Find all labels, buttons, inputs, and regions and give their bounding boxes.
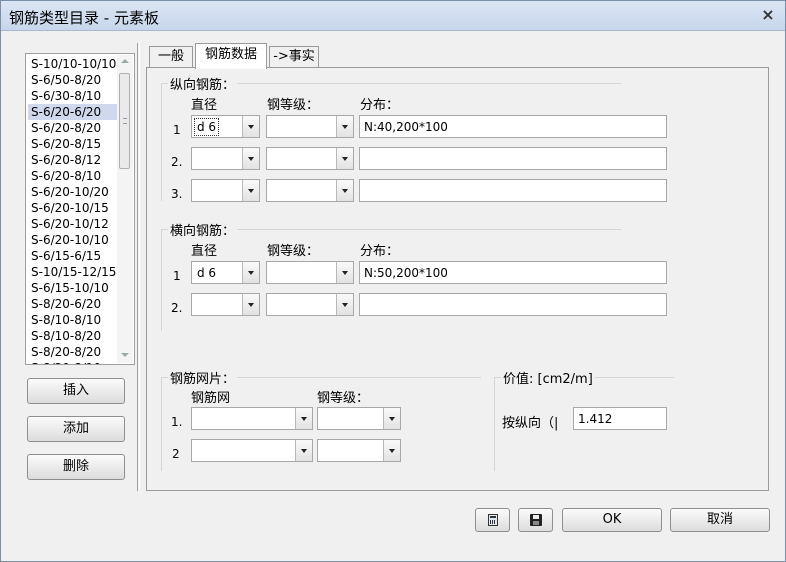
chevron-down-icon[interactable] [336, 262, 353, 283]
chevron-down-icon[interactable] [295, 440, 312, 461]
mesh-group-title: 钢筋网片： [168, 368, 238, 387]
longitudinal-distribution-field-3[interactable] [359, 179, 667, 202]
longitudinal-diameter-select-2[interactable] [191, 147, 260, 170]
value-group-title: 价值: [cm2/m] [501, 368, 595, 387]
tab-facts[interactable]: ->事实 [269, 46, 319, 68]
chevron-down-icon[interactable] [383, 408, 400, 429]
transverse-row-number: 2. [171, 301, 183, 315]
title-bar: 钢筋类型目录 - 元素板 × [1, 1, 785, 31]
list-item[interactable]: S-10/10-10/10 [28, 56, 118, 72]
chevron-down-icon[interactable] [242, 180, 259, 201]
mesh-select-2[interactable] [191, 439, 313, 462]
chevron-down-icon[interactable] [242, 262, 259, 283]
list-item[interactable]: S-8/10-8/20 [28, 328, 118, 344]
ok-button[interactable]: OK [562, 508, 662, 532]
longitudinal-distribution-field-1[interactable]: N:40,200*100 [359, 115, 667, 138]
chevron-down-icon[interactable] [383, 440, 400, 461]
transverse-distribution-field-2[interactable] [359, 293, 667, 316]
transverse-row-number: 1 [173, 269, 181, 283]
chevron-down-icon[interactable] [242, 294, 259, 315]
list-item[interactable]: S-8/20-6/20 [28, 296, 118, 312]
transverse-diameter-label: 直径 [191, 244, 218, 259]
longitudinal-diameter-select-3[interactable] [191, 179, 260, 202]
list-items: S-10/10-10/10 S-6/50-8/20 S-6/30-8/10 S-6/2… [28, 56, 118, 364]
list-item[interactable]: S-6/15-6/15 [28, 248, 118, 264]
rebar-type-list[interactable]: S-10/10-10/10 S-6/50-8/20 S-6/30-8/10 S-6/2… [25, 53, 135, 365]
chevron-down-icon[interactable] [336, 116, 353, 137]
list-item[interactable]: S-8/20-8/20 [28, 344, 118, 360]
mesh-label: 钢筋网 [191, 391, 231, 406]
save-button[interactable] [518, 508, 553, 532]
list-item[interactable]: S-6/20-10/10 [28, 232, 118, 248]
window-title: 钢筋类型目录 - 元素板 [9, 9, 159, 27]
mesh-row-number: 2 [172, 447, 180, 461]
longitudinal-row-number: 3. [171, 187, 183, 201]
mesh-row-number: 1. [171, 415, 183, 429]
chevron-down-icon[interactable] [242, 116, 259, 137]
close-icon[interactable]: × [759, 6, 777, 24]
list-item[interactable]: S-6/20-6/20 [28, 104, 118, 120]
mesh-grade-label: 钢等级： [317, 391, 370, 406]
transverse-distribution-field-1[interactable]: N:50,200*100 [359, 261, 667, 284]
transverse-distribution-label: 分布： [360, 244, 400, 259]
list-item[interactable]: S-6/20-8/20 [28, 120, 118, 136]
value-label: 按纵向（| [502, 416, 559, 431]
chevron-down-icon[interactable] [295, 408, 312, 429]
calculator-button[interactable] [475, 508, 510, 532]
chevron-down-icon[interactable] [242, 148, 259, 169]
longitudinal-grade-label: 钢等级： [267, 98, 320, 113]
mesh-grade-select-2[interactable] [317, 439, 401, 462]
chevron-down-icon[interactable] [336, 294, 353, 315]
longitudinal-group-title: 纵向钢筋： [168, 74, 238, 93]
longitudinal-grade-select-1[interactable] [266, 115, 354, 138]
longitudinal-row-number: 2. [171, 155, 183, 169]
longitudinal-distribution-label: 分布： [360, 98, 400, 113]
scroll-up-icon[interactable] [121, 59, 129, 63]
cancel-button[interactable]: 取消 [670, 508, 770, 532]
longitudinal-distribution-field-2[interactable] [359, 147, 667, 170]
list-item[interactable]: S-6/50-8/20 [28, 72, 118, 88]
tab-general[interactable]: 一般 [149, 46, 193, 68]
transverse-grade-select-1[interactable] [266, 261, 354, 284]
longitudinal-diameter-select-1[interactable]: d 6 [191, 115, 260, 138]
list-item[interactable]: S-8/20-8/10 [28, 360, 118, 364]
dialog-window: 钢筋类型目录 - 元素板 × S-10/10-10/10 S-6/50-8/20 S… [0, 0, 786, 562]
save-icon [530, 514, 542, 526]
scroll-down-icon[interactable] [121, 353, 129, 357]
list-item[interactable]: S-6/20-10/15 [28, 200, 118, 216]
value-field[interactable]: 1.412 [573, 407, 667, 430]
delete-button[interactable]: 删除 [27, 454, 125, 480]
list-item[interactable]: S-8/10-8/10 [28, 312, 118, 328]
transverse-grade-label: 钢等级： [267, 244, 320, 259]
splitter[interactable] [137, 43, 140, 491]
longitudinal-row-number: 1 [173, 123, 181, 137]
list-item[interactable]: S-10/15-12/15 [28, 264, 118, 280]
insert-button[interactable]: 插入 [27, 378, 125, 404]
transverse-diameter-select-2[interactable] [191, 293, 260, 316]
longitudinal-grade-select-2[interactable] [266, 147, 354, 170]
calculator-icon [488, 514, 498, 526]
list-item[interactable]: S-6/30-8/10 [28, 88, 118, 104]
list-item[interactable]: S-6/20-10/12 [28, 216, 118, 232]
chevron-down-icon[interactable] [336, 148, 353, 169]
longitudinal-diameter-label: 直径 [191, 98, 218, 113]
list-item[interactable]: S-6/15-10/10 [28, 280, 118, 296]
transverse-diameter-select-1[interactable]: d 6 [191, 261, 260, 284]
transverse-group-title: 横向钢筋： [168, 220, 238, 239]
longitudinal-grade-select-3[interactable] [266, 179, 354, 202]
list-item[interactable]: S-6/20-10/20 [28, 184, 118, 200]
mesh-select-1[interactable] [191, 407, 313, 430]
list-item[interactable]: S-6/20-8/12 [28, 152, 118, 168]
scroll-thumb[interactable] [119, 73, 130, 169]
list-item[interactable]: S-6/20-8/15 [28, 136, 118, 152]
list-item[interactable]: S-6/20-8/10 [28, 168, 118, 184]
add-button[interactable]: 添加 [27, 416, 125, 442]
mesh-grade-select-1[interactable] [317, 407, 401, 430]
list-scrollbar[interactable] [117, 55, 133, 363]
chevron-down-icon[interactable] [336, 180, 353, 201]
transverse-grade-select-2[interactable] [266, 293, 354, 316]
tab-rebar-data[interactable]: 钢筋数据 [195, 43, 267, 69]
